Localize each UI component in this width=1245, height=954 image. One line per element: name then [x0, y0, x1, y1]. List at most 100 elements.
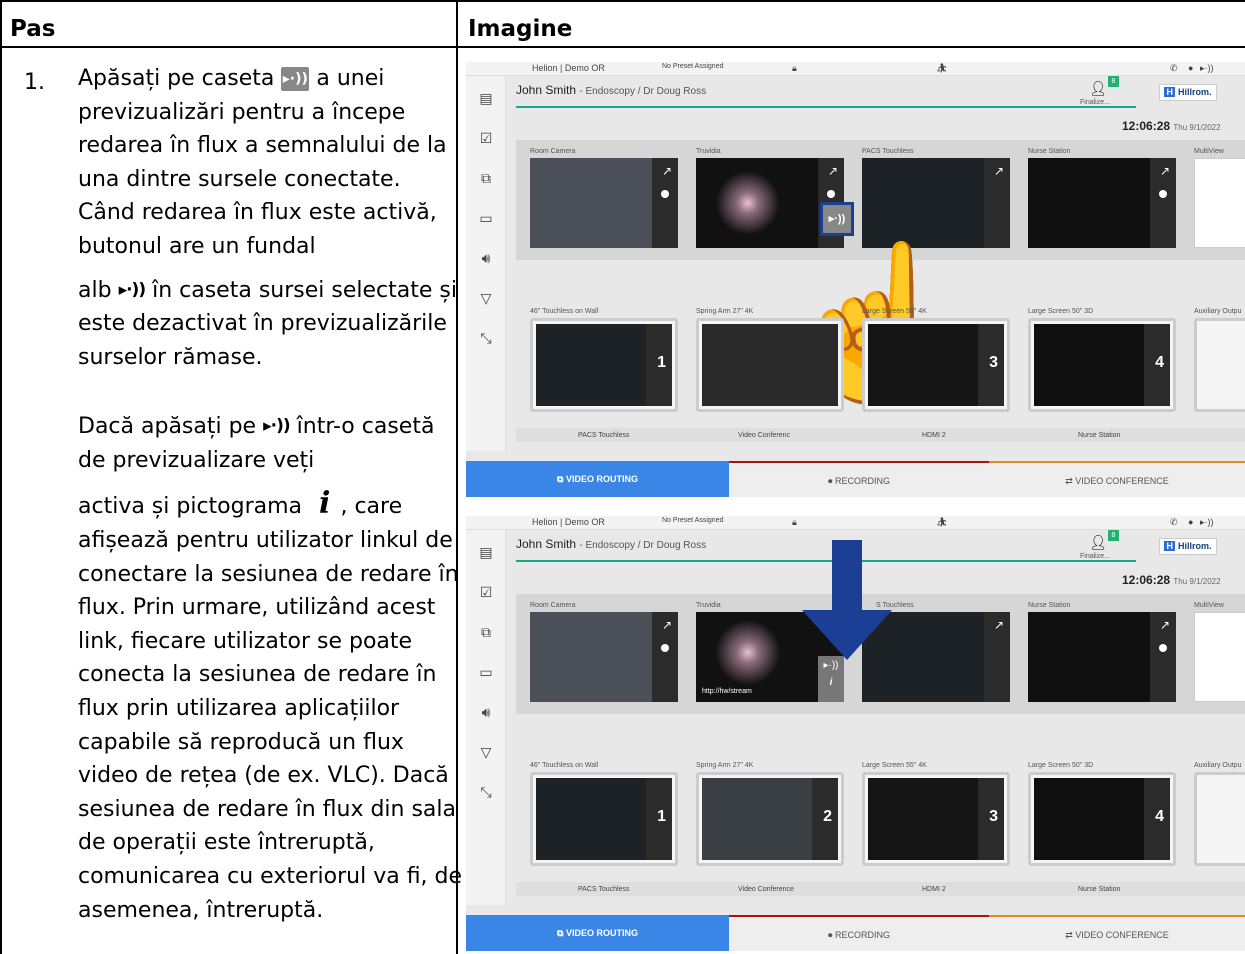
- assigned-label: Video Conferenc: [738, 432, 791, 439]
- output-number: 1: [657, 808, 666, 825]
- header-divider: [516, 106, 1136, 108]
- audio-icon[interactable]: 🔊︎: [478, 704, 494, 720]
- patient-card-icon[interactable]: ▤: [478, 544, 494, 560]
- assigned-label: HDMI 2: [922, 886, 946, 893]
- location-label: Helion | Demo OR: [532, 63, 605, 73]
- output-monitor[interactable]: [1194, 772, 1245, 866]
- source-preview[interactable]: ↗: [1028, 612, 1176, 702]
- brand-logo: H Hillrom.: [1159, 538, 1217, 555]
- video-conference-icon: ⇄: [1065, 930, 1076, 940]
- video-routing-icon: ⧉: [557, 474, 566, 484]
- stream-button-active[interactable]: ▸·)) i: [818, 656, 844, 702]
- patient-name: John Smith: [516, 537, 577, 551]
- screenshot-after: Helion | Demo OR No Preset Assigned 🔒︎ ⛹…: [466, 516, 1245, 951]
- expand-icon[interactable]: ↗: [994, 164, 1004, 178]
- tab-label: VIDEO ROUTING: [565, 474, 638, 484]
- top-status-bar: Helion | Demo OR No Preset Assigned 🔒︎ ⛹…: [466, 62, 1245, 76]
- nurse-icon[interactable]: 👤︎: [1086, 80, 1110, 100]
- stream-white-icon: ▸·)): [118, 279, 147, 300]
- assigned-label: Nurse Station: [1078, 432, 1121, 439]
- tab-video-routing[interactable]: ⧉ VIDEO ROUTING: [466, 915, 729, 951]
- video-conference-icon: ⇄: [1065, 476, 1076, 486]
- output-label: Large Screen 55" 4K: [862, 308, 927, 315]
- preset-label: No Preset Assigned: [662, 517, 724, 524]
- source-label: Truvidia: [696, 602, 721, 609]
- checklist-icon[interactable]: ☑: [478, 584, 494, 600]
- clock-time: 12:06:28: [1122, 573, 1171, 587]
- source-preview[interactable]: [1194, 612, 1245, 702]
- record-dot: [827, 190, 835, 198]
- stream-white-icon: ▸·)): [263, 416, 291, 437]
- output-monitor[interactable]: 4: [1028, 318, 1176, 412]
- table-top-border: [0, 0, 1245, 2]
- clock-date: Thu 9/1/2022: [1173, 123, 1221, 132]
- routing-icon[interactable]: ⧉: [478, 624, 494, 640]
- source-preview[interactable]: ↗: [530, 158, 678, 248]
- phone-icon: ✆: [1170, 63, 1178, 73]
- expand-icon[interactable]: ↗: [662, 164, 672, 178]
- light-icon[interactable]: ▽: [478, 744, 494, 760]
- bottom-tab-bar: ⧉ VIDEO ROUTING ⏺︎ RECORDING ⇄ VIDEO CON…: [466, 915, 1245, 951]
- clock: 12:06:28 Thu 9/1/2022: [1122, 119, 1221, 133]
- record-dot: [661, 644, 669, 652]
- stream-url[interactable]: http://hw/stream: [702, 688, 752, 695]
- text-fragment: Dacă apăsați pe: [78, 414, 257, 439]
- tab-recording[interactable]: ⏺︎ RECORDING: [729, 461, 989, 497]
- output-label: Large Screen 55" 4K: [862, 762, 927, 769]
- output-monitor[interactable]: 2: [696, 772, 844, 866]
- brand-mark: H: [1164, 87, 1175, 97]
- output-label: 46" Touchless on Wall: [530, 308, 599, 315]
- source-label: Truvidia: [696, 148, 721, 155]
- tab-video-conference[interactable]: ⇄ VIDEO CONFERENCE: [989, 915, 1245, 951]
- output-monitor[interactable]: 1: [530, 772, 678, 866]
- finalize-button[interactable]: Finalize...: [1080, 553, 1110, 560]
- camera-control-icon[interactable]: ⤡: [478, 330, 494, 346]
- expand-icon[interactable]: ↗: [1160, 164, 1170, 178]
- camera-control-icon[interactable]: ⤡: [478, 784, 494, 800]
- light-icon[interactable]: ▽: [478, 290, 494, 306]
- tab-label: VIDEO CONFERENCE: [1075, 476, 1169, 486]
- phone-icon: ✆: [1170, 517, 1178, 527]
- info-icon[interactable]: i: [818, 677, 844, 688]
- tab-label: RECORDING: [835, 930, 891, 940]
- document-page: Pas Imagine 1. Apăsați pe caseta ▸·)) a …: [0, 0, 1245, 954]
- display-icon[interactable]: ▭: [478, 210, 494, 226]
- source-preview[interactable]: ↗: [1028, 158, 1176, 248]
- tab-label: RECORDING: [835, 476, 891, 486]
- patient-header: John Smith - Endoscopy / Dr Doug Ross: [516, 83, 706, 97]
- record-dot: [1159, 644, 1167, 652]
- record-dot-icon: ●: [1188, 517, 1194, 527]
- source-preview[interactable]: ↗: [530, 612, 678, 702]
- expand-icon[interactable]: ↗: [662, 618, 672, 632]
- expand-icon[interactable]: ↗: [828, 164, 838, 178]
- source-preview[interactable]: [1194, 158, 1245, 248]
- routing-icon[interactable]: ⧉: [478, 170, 494, 186]
- source-label: Room Camera: [530, 148, 576, 155]
- output-monitor[interactable]: 1: [530, 318, 678, 412]
- expand-icon[interactable]: ↗: [1160, 618, 1170, 632]
- source-label: MultiView: [1194, 602, 1224, 609]
- lock-icon: 🔒︎: [792, 63, 797, 73]
- display-icon[interactable]: ▭: [478, 664, 494, 680]
- expand-icon[interactable]: ↗: [994, 618, 1004, 632]
- tab-video-routing[interactable]: ⧉ VIDEO ROUTING: [466, 461, 729, 497]
- video-routing-icon: ⧉: [557, 928, 566, 938]
- source-preview[interactable]: ↗: [862, 158, 1010, 248]
- text-fragment: alb: [78, 277, 112, 303]
- output-monitor[interactable]: [1194, 318, 1245, 412]
- text-fragment: , care afișează pentru utilizator linkul…: [78, 494, 463, 923]
- checklist-icon[interactable]: ☑: [478, 130, 494, 146]
- finalize-button[interactable]: Finalize...: [1080, 99, 1110, 106]
- patient-card-icon[interactable]: ▤: [478, 90, 494, 106]
- notification-badge: 8: [1108, 76, 1119, 87]
- patient-name: John Smith: [516, 83, 577, 97]
- output-monitor[interactable]: 3: [862, 318, 1010, 412]
- tab-recording[interactable]: ⏺︎ RECORDING: [729, 915, 989, 951]
- output-monitor[interactable]: 3: [862, 772, 1010, 866]
- output-monitor[interactable]: [696, 318, 844, 412]
- column-header-step: Pas: [10, 16, 56, 42]
- tab-video-conference[interactable]: ⇄ VIDEO CONFERENCE: [989, 461, 1245, 497]
- audio-icon[interactable]: 🔊︎: [478, 250, 494, 266]
- output-monitor[interactable]: 4: [1028, 772, 1176, 866]
- nurse-icon[interactable]: 👤︎: [1086, 534, 1110, 554]
